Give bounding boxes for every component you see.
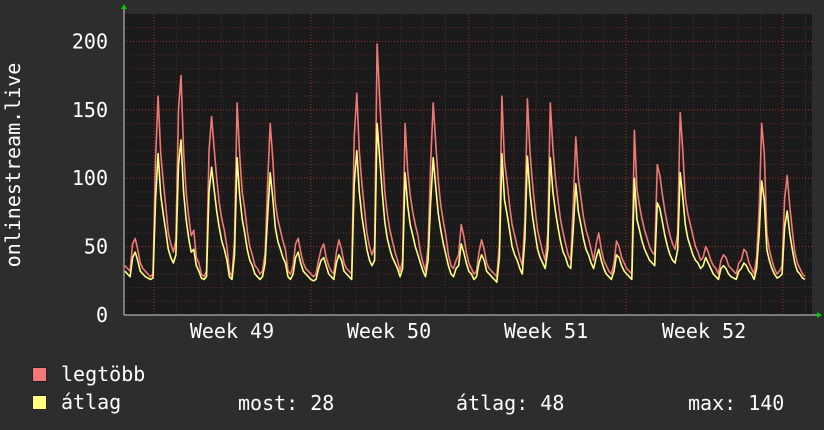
x-tick-label: Week 51 xyxy=(504,319,588,343)
x-axis-arrow xyxy=(817,312,822,318)
y-tick-label: 0 xyxy=(96,303,108,327)
y-axis-arrow xyxy=(121,4,127,9)
legend-item-avg: átlag xyxy=(32,390,122,414)
legend-item-max: legtöbb xyxy=(32,362,146,386)
legend-label-max: legtöbb xyxy=(61,362,146,386)
y-tick-label: 50 xyxy=(84,235,108,259)
stat-max: max: 140 xyxy=(688,391,785,415)
legend-swatch-max xyxy=(32,366,47,382)
y-tick-label: 100 xyxy=(72,166,108,190)
stat-current: most: 28 xyxy=(238,391,335,415)
x-tick-label: Week 49 xyxy=(190,319,274,343)
x-tick-label: Week 50 xyxy=(347,319,431,343)
y-tick-label: 150 xyxy=(72,98,108,122)
chart-stage: 0 50 100 150 200 Week 49 Week 50 Week 51 Week 52… xyxy=(0,0,824,430)
legend-label-avg: átlag xyxy=(61,390,122,414)
y-tick-label: 200 xyxy=(72,29,108,53)
legend-swatch-avg xyxy=(32,394,47,410)
x-tick-label: Week 52 xyxy=(662,319,746,343)
stat-average: átlag: 48 xyxy=(456,391,565,415)
y-axis-label: onlinestream.live xyxy=(1,62,25,268)
